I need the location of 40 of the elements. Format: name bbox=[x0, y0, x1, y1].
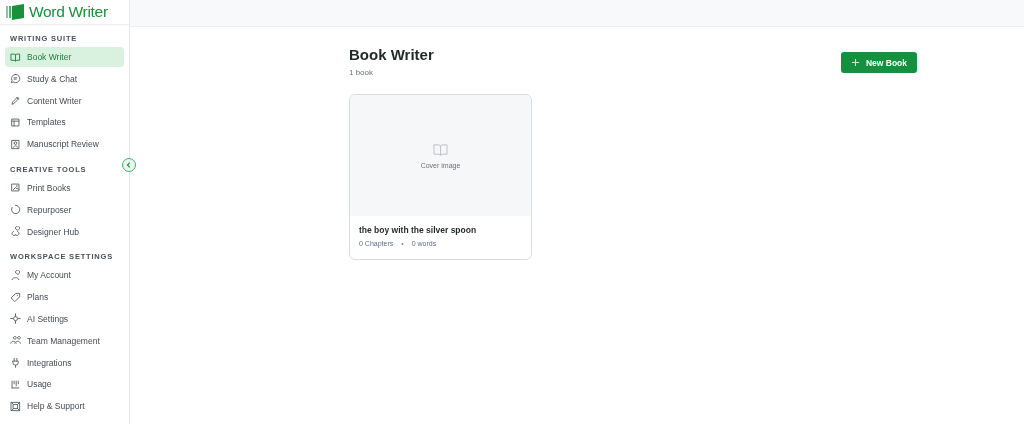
menu-icon bbox=[10, 95, 21, 107]
sidebar-item[interactable]: Templates bbox=[5, 112, 124, 133]
sidebar-item[interactable]: Help & Support bbox=[5, 396, 124, 417]
sidebar-item[interactable]: Print Books bbox=[5, 178, 124, 198]
book-count: 1 book bbox=[349, 68, 375, 77]
menu-icon bbox=[10, 226, 21, 238]
menu-icon bbox=[10, 313, 21, 325]
sidebar-item[interactable]: Usage bbox=[5, 374, 124, 395]
plus-icon bbox=[850, 58, 860, 67]
sidebar-item[interactable]: Study & Chat bbox=[5, 68, 124, 89]
sidebar-item[interactable]: Designer Hub bbox=[5, 221, 124, 242]
brand-name: Word Writer bbox=[29, 3, 108, 21]
book-icon bbox=[433, 142, 448, 156]
sidebar-item[interactable]: Integrations bbox=[5, 352, 124, 373]
menu-icon bbox=[10, 116, 21, 128]
menu-icon bbox=[10, 138, 21, 150]
menu-icon bbox=[10, 269, 21, 281]
menu-icon bbox=[10, 291, 21, 303]
sidebar-item[interactable]: Team Management bbox=[5, 330, 124, 351]
logo-icon bbox=[6, 3, 26, 21]
menu-icon bbox=[10, 204, 21, 216]
sidebar-item[interactable]: Manuscript Review bbox=[5, 134, 124, 155]
menu-icon bbox=[10, 73, 21, 85]
page-title: Book Writer bbox=[349, 46, 434, 63]
book-title: the boy with the silver spoon bbox=[359, 225, 478, 235]
chevron-left-icon bbox=[125, 161, 133, 169]
sidebar-item[interactable]: Plans bbox=[5, 287, 124, 308]
menu-icon bbox=[10, 51, 21, 63]
sidebar-item[interactable]: AI Settings bbox=[5, 308, 124, 329]
collapse-button[interactable] bbox=[122, 158, 136, 172]
new-book-button[interactable]: New Book bbox=[840, 52, 917, 73]
sidebar-item[interactable]: My Account bbox=[5, 265, 124, 286]
menu-icon bbox=[10, 378, 21, 390]
menu-icon bbox=[10, 335, 21, 347]
sidebar-item[interactable]: Repurposer bbox=[5, 199, 124, 220]
menu-icon bbox=[10, 400, 21, 412]
menu-icon bbox=[10, 357, 21, 369]
sidebar-item[interactable]: Content Writer bbox=[5, 90, 124, 111]
sidebar-item[interactable]: Book Writer bbox=[5, 47, 124, 67]
menu-icon bbox=[10, 182, 21, 194]
